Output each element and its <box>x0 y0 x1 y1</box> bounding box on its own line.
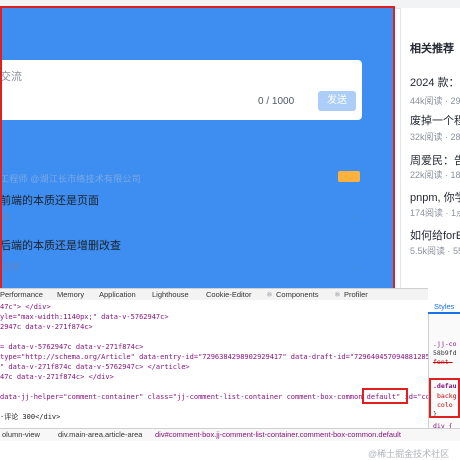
dom-line[interactable]: 47c"> </div> <box>0 303 51 311</box>
breadcrumb-item-selected[interactable]: div#comment-box.jj-comment-list-containe… <box>155 430 401 439</box>
sidebar-item-meta: 22k阅读 · 18 <box>410 170 460 180</box>
elements-panel: 47c"> </div> yle="max-width:1140px;" dat… <box>0 300 438 428</box>
sidebar-item-meta: 5.5k阅读 · 55 <box>410 246 460 256</box>
dom-line[interactable]: 2947c data-v-271f874c> <box>0 323 93 331</box>
style-rule-line: .jj-co <box>433 340 457 348</box>
style-rule-line: 58b9fd <box>433 349 457 357</box>
sidebar-item-meta: 174阅读 · 1点 <box>410 208 460 218</box>
dom-line[interactable]: type="http://schema.org/Article" data-en… <box>0 353 438 361</box>
style-rule-line: font- <box>433 358 453 366</box>
tab-styles[interactable]: Styles <box>428 300 460 314</box>
sidebar-item-title[interactable]: 2024 款：最 <box>410 74 460 90</box>
breadcrumb-item[interactable]: olumn-view <box>2 430 40 439</box>
tab-lighthouse[interactable]: Lighthouse <box>152 290 189 299</box>
dom-line[interactable]: " data-v-271f874c data-v-5762947c> </art… <box>0 363 190 371</box>
sidebar-item-meta: 44k阅读 · 29 <box>410 96 460 106</box>
sidebar-item-title[interactable]: 废掉一个程序 <box>410 112 460 128</box>
sidebar-item-meta: 32k阅读 · 28 <box>410 132 460 142</box>
default-rule-highlight <box>429 378 460 418</box>
tab-cookie-editor[interactable]: Cookie-Editor <box>206 290 251 299</box>
sidebar-title: 相关推荐 <box>410 43 454 55</box>
tab-profiler[interactable]: Profiler <box>344 290 368 299</box>
breadcrumb-item[interactable]: div.main-area.article-area <box>58 430 142 439</box>
sidebar-item-title[interactable]: 如何给forE <box>410 227 460 243</box>
components-icon: ⚛ <box>266 290 273 299</box>
tab-application[interactable]: Application <box>99 290 136 299</box>
highlight-frame <box>0 6 395 296</box>
related-sidebar: 相关推荐 2024 款：最 44k阅读 · 29 废掉一个程序 32k阅读 · … <box>400 8 460 294</box>
sidebar-item-title[interactable]: 周爱民：告别 <box>410 152 460 168</box>
profiler-icon: ⚛ <box>334 290 341 299</box>
tab-performance[interactable]: Performance <box>0 290 43 299</box>
dom-line[interactable]: = data-v-5762947c data-v-271f874c> <box>0 343 143 351</box>
sidebar-item-title[interactable]: pnpm, 你学 <box>410 189 460 205</box>
tab-memory[interactable]: Memory <box>57 290 84 299</box>
dom-line[interactable]: 47c data-v-271f874c> </div> <box>0 373 114 381</box>
tab-components[interactable]: Components <box>276 290 319 299</box>
watermark: @稀土掘金技术社区 <box>368 449 450 459</box>
breadcrumb: olumn-view div.main-area.article-area di… <box>0 428 460 441</box>
default-class-highlight <box>362 388 408 404</box>
dom-line[interactable]: ·评论 300</div> <box>0 412 60 422</box>
dom-line[interactable]: yle="max-width:1140px;" data-v-5762947c> <box>0 313 169 321</box>
